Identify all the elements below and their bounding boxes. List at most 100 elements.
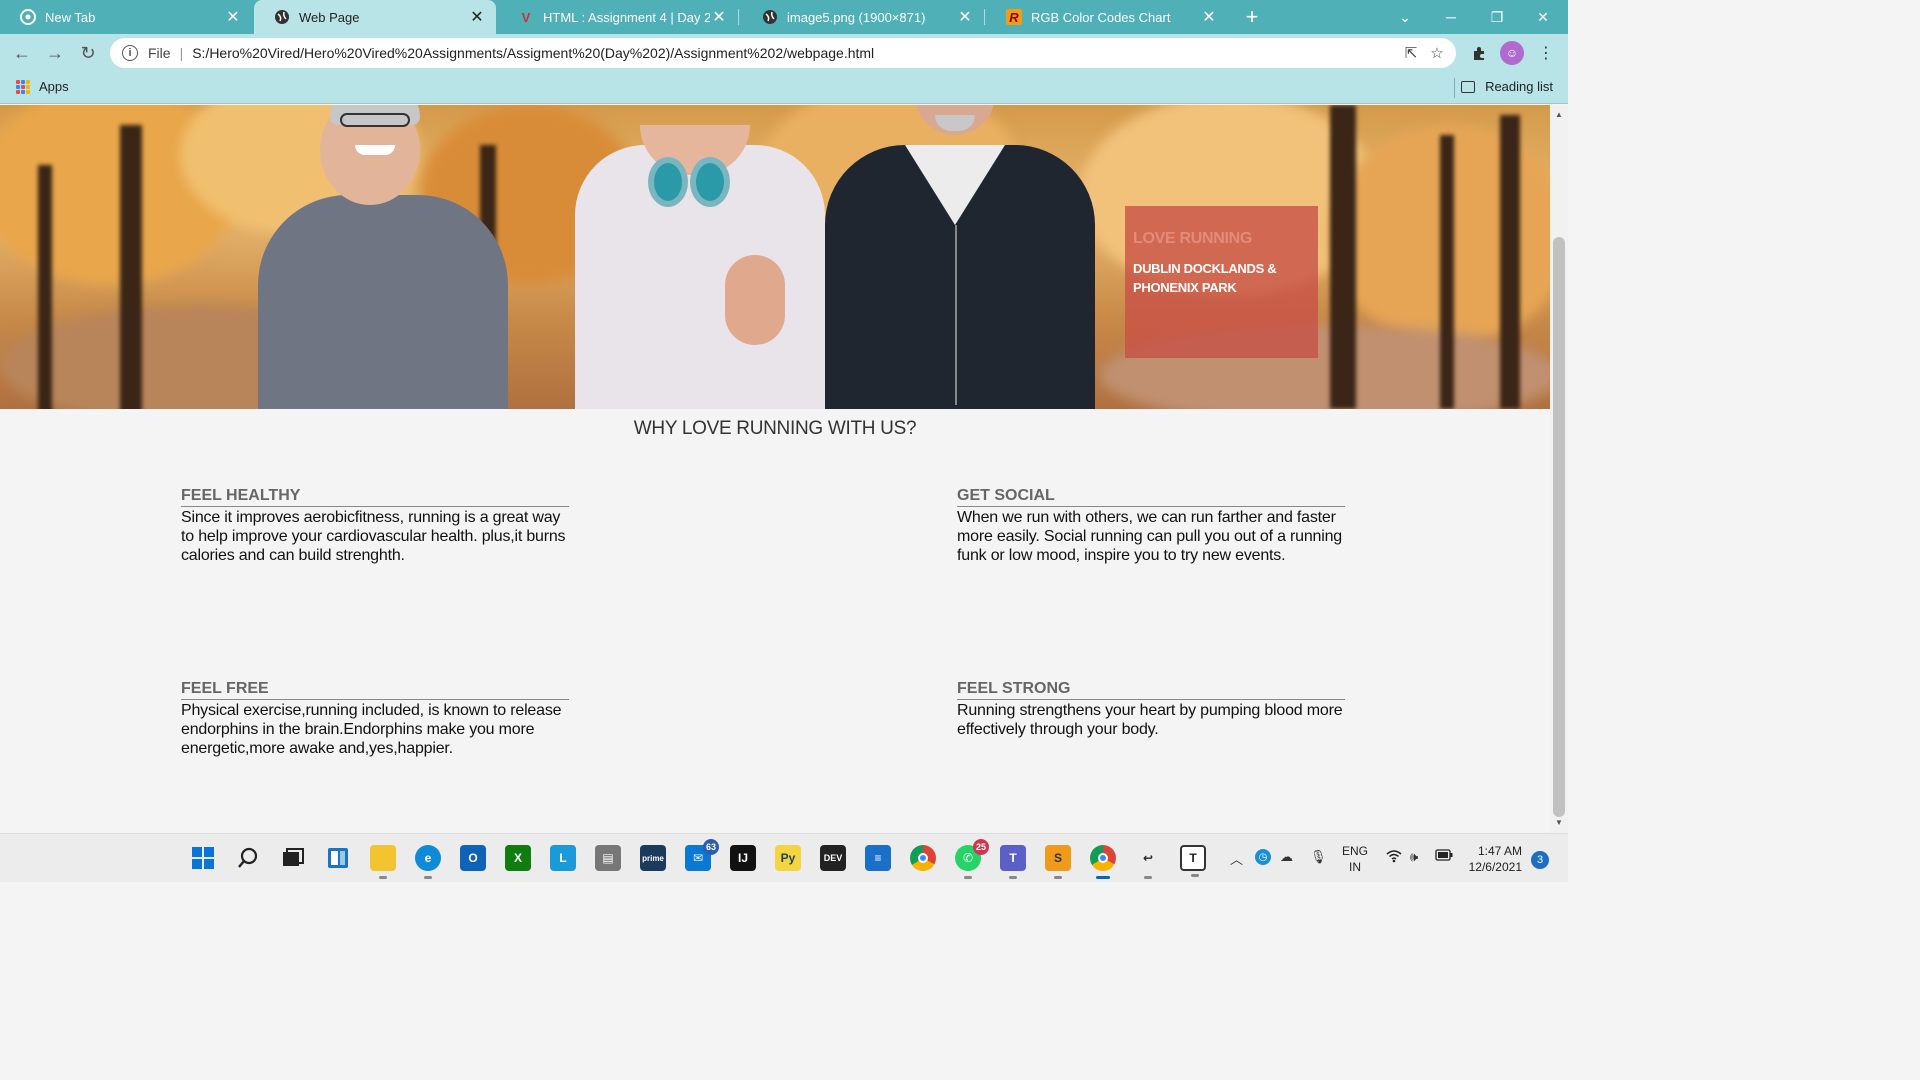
language-line2: IN — [1349, 860, 1361, 874]
new-tab-button[interactable]: + — [1240, 4, 1264, 29]
taskbar-clock[interactable]: 1:47 AM 12/6/2021 — [1466, 843, 1522, 875]
tab-title: image5.png (1900×871) — [787, 9, 926, 25]
close-icon[interactable]: ✕ — [710, 8, 728, 26]
intellij-icon[interactable]: IJ — [730, 845, 756, 871]
back-button[interactable]: ← — [8, 39, 36, 67]
battery-icon[interactable] — [1435, 849, 1453, 861]
address-url[interactable]: S:/Hero%20Vired/Hero%20Vired%20Assignmen… — [192, 45, 1398, 61]
scroll-down-icon[interactable]: ▼ — [1554, 818, 1564, 828]
xbox-icon[interactable]: X — [505, 845, 531, 871]
globe-icon — [762, 9, 778, 25]
l-app-icon[interactable]: L — [550, 845, 576, 871]
feature-feel-free: FEEL FREE Physical exercise,running incl… — [181, 680, 569, 758]
search-icon[interactable] — [235, 845, 261, 871]
tab-search-icon[interactable]: ⌄ — [1382, 0, 1428, 34]
extensions-icon[interactable] — [1466, 40, 1492, 66]
bookmarks-bar: Apps Reading list — [0, 72, 1568, 104]
file-explorer-icon[interactable] — [370, 845, 396, 879]
browser-toolbar: ← → ↻ i File | S:/Hero%20Vired/Hero%20Vi… — [0, 34, 1568, 72]
task-view-icon[interactable] — [280, 845, 306, 871]
tab-rgb-color-codes[interactable]: R RGB Color Codes Chart ✕ — [986, 0, 1228, 34]
feature-feel-healthy: FEEL HEALTHY Since it improves aerobicfi… — [181, 487, 569, 565]
tab-web-page[interactable]: Web Page ✕ — [254, 0, 496, 34]
tab-html-assignment[interactable]: V HTML : Assignment 4 | Day 2 ✕ — [498, 0, 739, 34]
address-bar[interactable]: i File | S:/Hero%20Vired/Hero%20Vired%20… — [110, 38, 1456, 68]
language-indicator[interactable]: ENG IN — [1342, 843, 1368, 875]
chevron-up-icon[interactable]: ︿ — [1230, 849, 1243, 868]
feature-text: When we run with others, we can run fart… — [957, 509, 1342, 564]
widgets-icon[interactable] — [325, 845, 351, 871]
text-app-icon[interactable]: T — [1180, 845, 1206, 877]
share-icon[interactable]: ⇱ — [1398, 44, 1424, 62]
python-icon[interactable]: Py — [775, 845, 801, 871]
notepad-icon[interactable]: ≡ — [865, 845, 891, 871]
chrome-profile-icon[interactable] — [1090, 845, 1116, 879]
clock-date: 12/6/2021 — [1468, 860, 1522, 874]
apps-label: Apps — [39, 79, 69, 94]
mail-icon[interactable]: ✉ 63 — [685, 839, 719, 871]
reading-list-button[interactable]: Reading list — [1461, 79, 1553, 94]
close-icon[interactable]: ✕ — [1200, 8, 1218, 26]
tab-strip: New Tab ✕ Web Page ✕ V HTML : Assignment… — [0, 0, 1568, 34]
clock-time: 1:47 AM — [1477, 844, 1522, 858]
snipping-icon[interactable]: ↩ — [1135, 845, 1161, 879]
clock-app-icon[interactable]: ◷ — [1255, 849, 1271, 865]
r-logo-icon: R — [1006, 9, 1022, 25]
close-window-button[interactable]: ✕ — [1520, 0, 1566, 34]
feature-text: Physical exercise,running included, is k… — [181, 702, 562, 757]
chrome-icon — [20, 9, 36, 25]
outlook-icon[interactable]: O — [460, 845, 486, 871]
volume-icon[interactable]: 🕪︎ — [1410, 849, 1418, 865]
globe-icon — [274, 9, 290, 25]
teams-icon[interactable]: T — [1000, 845, 1026, 879]
promo-box: LOVE RUNNING DUBLIN DOCKLANDS & PHONENIX… — [1125, 206, 1318, 358]
edge-icon[interactable]: e — [415, 845, 441, 879]
wifi-icon[interactable] — [1386, 849, 1402, 863]
scroll-up-icon[interactable]: ▲ — [1554, 110, 1564, 120]
hero-image: LOVE RUNNING DUBLIN DOCKLANDS & PHONENIX… — [0, 105, 1550, 409]
v-logo-icon: V — [521, 9, 531, 25]
menu-icon[interactable]: ⋮ — [1533, 40, 1559, 66]
apps-shortcut[interactable]: Apps — [16, 79, 69, 94]
dev-icon[interactable]: DEV — [820, 845, 846, 871]
apps-grid-icon — [16, 79, 30, 94]
feature-title: FEEL STRONG — [957, 680, 1345, 700]
sublime-icon[interactable]: S — [1045, 845, 1071, 879]
start-icon[interactable] — [190, 845, 216, 871]
microphone-icon[interactable]: 🎙︎ — [1310, 849, 1327, 865]
device-manager-icon[interactable]: ▤ — [595, 845, 621, 871]
close-icon[interactable]: ✕ — [956, 8, 974, 26]
reload-button[interactable]: ↻ — [74, 39, 102, 67]
info-icon[interactable]: i — [122, 45, 138, 61]
bookmark-star-icon[interactable]: ☆ — [1424, 44, 1450, 62]
close-icon[interactable]: ✕ — [468, 8, 486, 26]
minimize-button[interactable]: ─ — [1428, 0, 1474, 34]
prime-video-icon[interactable]: prime — [640, 845, 666, 871]
scroll-thumb[interactable] — [1553, 237, 1565, 817]
close-icon[interactable]: ✕ — [224, 8, 242, 26]
onedrive-icon[interactable]: ☁ — [1280, 849, 1293, 865]
tab-title: HTML : Assignment 4 | Day 2 — [543, 9, 710, 25]
section-heading: WHY LOVE RUNNING WITH US? — [633, 418, 917, 439]
chrome-icon[interactable] — [910, 845, 936, 871]
tab-image5[interactable]: image5.png (1900×871) ✕ — [742, 0, 985, 34]
mail-badge: 63 — [702, 839, 719, 855]
feature-title: GET SOCIAL — [957, 487, 1345, 507]
feature-title: FEEL FREE — [181, 680, 569, 700]
forward-button[interactable]: → — [41, 39, 69, 67]
feature-text: Running strengthens your heart by pumpin… — [957, 702, 1343, 738]
notification-count[interactable]: 3 — [1531, 851, 1549, 869]
promo-title: LOVE RUNNING — [1133, 230, 1253, 247]
tab-new-tab[interactable]: New Tab ✕ — [0, 0, 252, 34]
promo-subtitle: DUBLIN DOCKLANDS & PHONENIX PARK — [1133, 261, 1277, 295]
page-scrollbar[interactable]: ▲ ▼ — [1550, 105, 1568, 833]
reading-list-label: Reading list — [1485, 79, 1553, 94]
feature-get-social: GET SOCIAL When we run with others, we c… — [957, 487, 1345, 565]
feature-text: Since it improves aerobicfitness, runnin… — [181, 509, 566, 564]
reading-list-icon — [1461, 80, 1476, 93]
profile-avatar[interactable]: ☺ — [1500, 41, 1524, 65]
address-scheme: File — [148, 45, 171, 61]
language-line1: ENG — [1342, 844, 1369, 858]
whatsapp-icon[interactable]: ✆ 25 — [955, 839, 989, 879]
restore-button[interactable]: ❐ — [1474, 0, 1520, 34]
